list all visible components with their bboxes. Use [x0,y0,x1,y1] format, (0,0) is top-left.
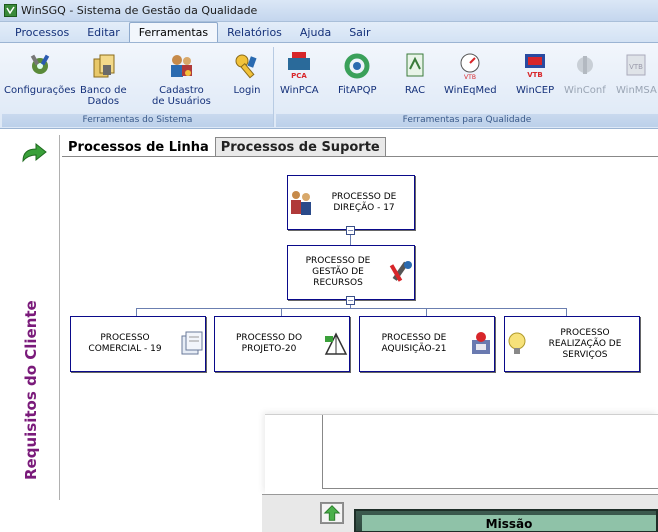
purchase-icon [472,332,490,354]
mission-pane: Missão [262,494,658,532]
login-button[interactable]: Login [232,51,262,96]
missao-panel: Missão [354,509,658,532]
tab-processos-de-suporte[interactable]: Processos de Suporte [214,137,386,157]
process-comercial-label: PROCESSO COMERCIAL - 19 [88,333,162,354]
tab-underline [62,156,658,157]
winconf-button[interactable]: WinConf [564,51,606,96]
svg-text:VTB: VTB [629,63,643,71]
process-projeto-label: PROCESSO DO PROJETO-20 [235,333,303,354]
connector [136,308,566,309]
recycle-icon [344,53,370,79]
lightbulb-icon [508,332,526,354]
title-bar: WinSGQ - Sistema de Gestão da Qualidade [0,0,658,22]
green-arrow-icon[interactable] [20,141,48,167]
up-arrow-icon[interactable] [320,502,344,524]
winpca-button[interactable]: PCA WinPCA [280,51,319,96]
missao-title: Missão [362,515,656,531]
wincep-icon: VTB [525,54,546,79]
app-icon [4,4,17,17]
banco-de-dados-label: Banco de Dados [80,85,127,107]
gauge-icon: VTB [460,53,480,81]
fitapqp-button[interactable]: FitAPQP [338,51,377,96]
connector [136,308,137,316]
winconf-icon [576,56,593,74]
winpca-icon: PCA [288,52,311,80]
connector [281,308,282,316]
menu-relatorios[interactable]: Relatórios [218,23,291,42]
cadastro-usuarios-label: Cadastro de Usuários [152,85,211,107]
connector [426,308,427,316]
people-icon [291,190,311,215]
gear-tools-icon [30,54,50,74]
requisitos-cliente-label: Requisitos do Cliente [22,300,40,480]
ribbon-group-quality: PCA WinPCA FitAPQP RAC VTB WinEqMed VTB … [276,47,658,127]
configuracoes-label: Configurações [4,85,76,96]
menu-ferramentas[interactable]: Ferramentas [128,22,219,42]
menu-bar: Processos Editar Ferramentas Relatórios … [0,22,658,43]
winmsa-button[interactable]: VTB WinMSA [616,51,657,96]
ribbon: Configurações Banco de Dados Cadastro de… [0,43,658,129]
connector [566,308,567,316]
fitapqp-label: FitAPQP [338,85,377,96]
drafting-icon [324,332,348,355]
process-projeto[interactable]: PROCESSO DO PROJETO-20 [214,316,350,372]
pane-divider [322,415,323,489]
menu-processos[interactable]: Processos [6,23,78,42]
overlay-pane [265,414,658,494]
expand-icon[interactable]: − [346,226,355,235]
winconf-label: WinConf [564,85,606,96]
process-comercial[interactable]: PROCESSO COMERCIAL - 19 [70,316,206,372]
svg-text:VTB: VTB [527,71,543,79]
svg-text:VTB: VTB [464,74,476,81]
menu-editar[interactable]: Editar [78,23,129,42]
database-icon [93,54,115,78]
menu-ajuda[interactable]: Ajuda [291,23,340,42]
process-direcao[interactable]: PROCESSO DE DIREÇÃO - 17 [287,175,415,230]
process-direcao-label: PROCESSO DE DIREÇÃO - 17 [331,191,397,213]
process-servicos[interactable]: PROCESSO REALIZAÇÃO DE SERVIÇOS [504,316,640,372]
winmsa-label: WinMSA [616,85,657,96]
tab-processos-de-linha[interactable]: Processos de Linha [62,137,215,157]
quality-group-label: Ferramentas para Qualidade [276,114,658,127]
rac-button[interactable]: RAC [400,51,430,96]
expand-icon[interactable]: − [346,296,355,305]
process-tabs: Processos de Linha Processos de Suporte [62,137,386,157]
users-key-icon [171,55,193,77]
process-recursos-label: PROCESSO DE GESTÃO DE RECURSOS [305,256,371,288]
configuracoes-button[interactable]: Configurações [4,51,76,96]
content-divider [59,135,60,500]
wincep-label: WinCEP [516,85,555,96]
winpca-label: WinPCA [280,85,319,96]
system-group-label: Ferramentas do Sistema [2,114,273,127]
process-aquisicao[interactable]: PROCESSO DE AQUISIÇÃO-21 [359,316,495,372]
pane-divider [322,488,658,489]
banco-de-dados-button[interactable]: Banco de Dados [80,51,127,107]
key-icon [235,54,257,79]
winmsa-icon: VTB [626,54,646,76]
process-aquisicao-label: PROCESSO DE AQUISIÇÃO-21 [381,333,447,354]
svg-text:PCA: PCA [291,72,307,80]
wineqmed-label: WinEqMed [444,85,497,96]
documents-icon [181,331,203,355]
menu-sair[interactable]: Sair [340,23,379,42]
cadastro-usuarios-button[interactable]: Cadastro de Usuários [152,51,211,107]
wincep-button[interactable]: VTB WinCEP [516,51,554,96]
login-label: Login [233,85,261,96]
tools-icon [389,260,412,282]
rac-document-icon [406,53,424,77]
ribbon-group-system: Configurações Banco de Dados Cadastro de… [2,47,274,127]
wineqmed-button[interactable]: VTB WinEqMed [444,51,497,96]
process-servicos-label: PROCESSO REALIZAÇÃO DE SERVIÇOS [548,327,622,360]
rac-label: RAC [404,85,426,96]
process-recursos[interactable]: PROCESSO DE GESTÃO DE RECURSOS [287,245,415,300]
window-title: WinSGQ - Sistema de Gestão da Qualidade [21,4,258,17]
